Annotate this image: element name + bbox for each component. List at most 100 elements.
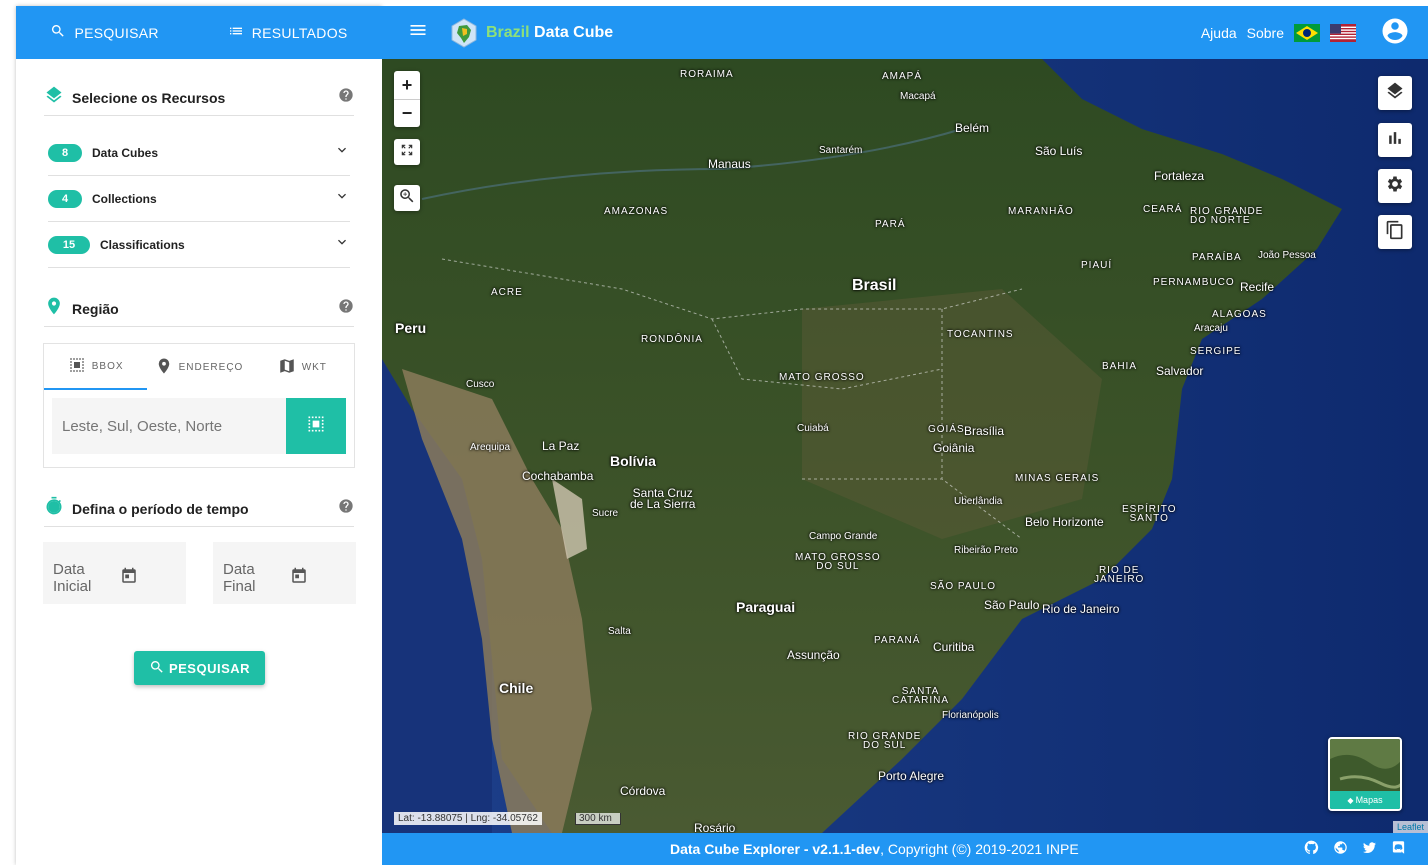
layers-icon: ◆ — [1347, 795, 1354, 805]
about-link[interactable]: Sobre — [1247, 25, 1284, 41]
map-label: PARÁ — [875, 219, 906, 230]
map-label: ACRE — [491, 287, 523, 298]
help-icon[interactable] — [338, 298, 354, 319]
chevron-down-icon[interactable] — [334, 234, 350, 255]
calendar-icon[interactable] — [120, 567, 187, 589]
search-button[interactable]: PESQUISAR — [134, 651, 265, 685]
tab-results[interactable]: RESULTADOS — [228, 23, 348, 42]
bar-chart-icon — [1385, 128, 1405, 153]
map-label: ALAGOAS — [1212, 309, 1267, 320]
map-label: São Luís — [1035, 144, 1083, 158]
map-view[interactable]: RORAIMA AMAPÁ Macapá Belém Santarém Mana… — [382, 59, 1428, 833]
start-date-field[interactable]: Data Inicial — [43, 542, 186, 604]
zoom-box-button[interactable] — [394, 185, 420, 211]
collections-label: Collections — [92, 191, 157, 206]
zoom-in-button[interactable]: + — [394, 71, 420, 99]
copyright: , Copyright (©) 2019-2021 INPE — [880, 841, 1079, 857]
chevron-down-icon[interactable] — [334, 188, 350, 209]
search-icon — [149, 659, 165, 678]
leaflet-attribution-link[interactable]: Leaflet — [1392, 821, 1428, 833]
website-icon[interactable] — [1333, 840, 1348, 858]
basemap-label-text: Mapas — [1355, 795, 1383, 805]
map-label: Salta — [608, 626, 631, 637]
map-label: Aracaju — [1194, 323, 1228, 334]
chart-button[interactable] — [1378, 123, 1412, 157]
brand-part1: Brazil — [486, 23, 530, 41]
search-button-label: PESQUISAR — [168, 660, 251, 676]
resource-data-cubes[interactable]: 8 Data Cubes — [48, 130, 350, 176]
draw-bbox-button[interactable] — [286, 398, 346, 454]
timer-icon — [44, 496, 64, 521]
region-box: BBOX ENDEREÇO WKT — [43, 343, 355, 468]
map-label: Porto Alegre — [878, 769, 945, 783]
period-title: Defina o período de tempo — [72, 500, 249, 517]
map-marker-icon — [155, 357, 173, 378]
map-label: Bolívia — [610, 453, 656, 469]
help-icon[interactable] — [338, 498, 354, 519]
map-label: MARANHÃO — [1008, 206, 1074, 217]
data-cubes-label: Data Cubes — [92, 145, 159, 160]
fullscreen-button[interactable] — [394, 139, 420, 165]
map-label: Ribeirão Preto — [954, 545, 1018, 556]
copy-button[interactable] — [1378, 215, 1412, 249]
tab-search[interactable]: PESQUISAR — [50, 23, 159, 42]
tab-wkt-label: WKT — [301, 361, 327, 373]
map-label: SÃO PAULO — [930, 581, 997, 592]
map-label: Fortaleza — [1154, 169, 1205, 183]
resources-title: Selecione os Recursos — [72, 89, 226, 106]
map-label: Uberlândia — [954, 496, 1003, 507]
tab-wkt[interactable]: WKT — [251, 344, 354, 390]
map-label: Florianópolis — [942, 710, 999, 721]
satellite-imagery — [382, 59, 1428, 833]
tab-search-label: PESQUISAR — [74, 24, 159, 41]
map-label: Brasil — [852, 277, 897, 294]
tab-bbox-label: BBOX — [91, 360, 124, 372]
map-label: Curitiba — [933, 640, 975, 654]
basemap-label: ◆ Mapas — [1330, 791, 1400, 809]
layers-button[interactable] — [1378, 76, 1412, 110]
twitter-icon[interactable] — [1362, 840, 1377, 858]
map-label: Cochabamba — [522, 469, 594, 483]
region-tabs: BBOX ENDEREÇO WKT — [44, 344, 354, 390]
map-label: RONDÔNIA — [641, 334, 703, 345]
menu-icon[interactable] — [408, 20, 428, 45]
zoom-control: + − — [394, 71, 420, 127]
map-label: PARANÁ — [874, 635, 921, 646]
coordinates-readout: Lat: -13.88075 | Lng: -34.05762 — [394, 812, 542, 825]
end-date-field[interactable]: Data Final — [213, 542, 356, 604]
top-right-menu: Ajuda Sobre — [1201, 16, 1410, 49]
list-icon — [228, 23, 244, 42]
help-link[interactable]: Ajuda — [1201, 25, 1237, 41]
chevron-down-icon[interactable] — [334, 142, 350, 163]
calendar-icon[interactable] — [290, 567, 357, 589]
map-label: Rio de Janeiro — [1042, 602, 1120, 616]
map-label: AMAPÁ — [882, 71, 923, 82]
brazil-flag-icon[interactable] — [1294, 23, 1320, 42]
basemap-switcher[interactable]: ◆ Mapas — [1328, 737, 1402, 811]
bbox-input[interactable] — [52, 417, 286, 435]
resource-collections[interactable]: 4 Collections — [48, 176, 350, 222]
map-label: São Paulo — [984, 598, 1040, 612]
github-icon[interactable] — [1304, 840, 1319, 858]
map-icon — [278, 357, 296, 378]
usa-flag-icon[interactable] — [1330, 23, 1356, 42]
map-label: Campo Grande — [809, 531, 878, 542]
classifications-label: Classifications — [100, 237, 185, 252]
map-label: Goiânia — [933, 441, 975, 455]
discord-icon[interactable] — [1391, 840, 1406, 858]
map-label: Peru — [395, 320, 427, 336]
map-label: PARAÍBA — [1192, 252, 1242, 263]
sidebar-tabs: PESQUISAR RESULTADOS — [16, 6, 382, 59]
tab-address[interactable]: ENDEREÇO — [147, 344, 250, 390]
zoom-out-button[interactable]: − — [394, 99, 420, 127]
tab-bbox[interactable]: BBOX — [44, 344, 148, 390]
layers-icon — [44, 85, 64, 110]
settings-button[interactable] — [1378, 169, 1412, 203]
resource-classifications[interactable]: 15 Classifications — [48, 222, 350, 268]
map-label: PERNAMBUCO — [1153, 277, 1235, 288]
tab-address-label: ENDEREÇO — [178, 361, 244, 373]
help-icon[interactable] — [338, 87, 354, 108]
social-links — [1304, 840, 1406, 858]
footer-text: Data Cube Explorer - v2.1.1-dev, Copyrig… — [670, 841, 1079, 857]
account-icon[interactable] — [1380, 16, 1410, 49]
